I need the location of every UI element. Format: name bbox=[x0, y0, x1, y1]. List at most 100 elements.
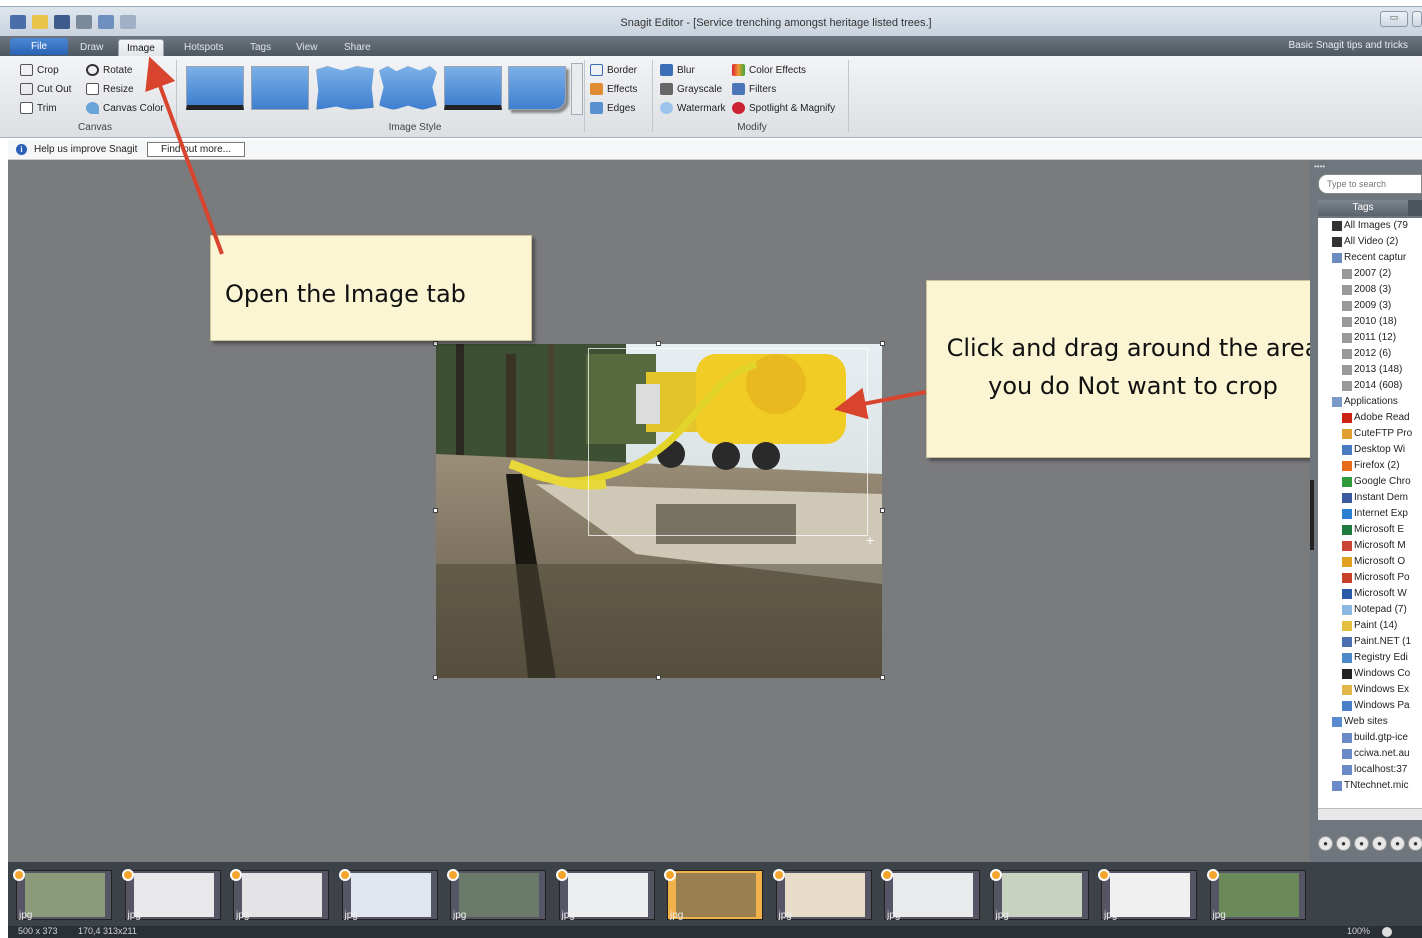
canvas-color-button[interactable]: Canvas Color bbox=[86, 102, 164, 114]
rotate-button[interactable]: Rotate bbox=[86, 64, 132, 76]
image-style-3[interactable] bbox=[316, 66, 374, 110]
tag-item[interactable]: Recent captur bbox=[1318, 250, 1422, 266]
tag-item[interactable]: Internet Exp bbox=[1318, 506, 1422, 522]
tray-thumbnail[interactable]: jpg bbox=[13, 869, 112, 921]
resize-handle[interactable] bbox=[880, 341, 885, 346]
tag-item[interactable]: Google Chro bbox=[1318, 474, 1422, 490]
find-out-more-button[interactable]: Find out more... bbox=[147, 142, 245, 157]
resize-handle[interactable] bbox=[656, 675, 661, 680]
grayscale-button[interactable]: Grayscale bbox=[660, 83, 722, 95]
tag-search-input[interactable]: Type to search bbox=[1318, 174, 1422, 194]
tag-item[interactable]: 2012 (6) bbox=[1318, 346, 1422, 362]
tag-item[interactable]: Microsoft O bbox=[1318, 554, 1422, 570]
resize-handle[interactable] bbox=[656, 341, 661, 346]
tray-thumbnail[interactable]: jpg bbox=[121, 869, 221, 921]
tags-header[interactable]: Tags bbox=[1318, 200, 1408, 216]
tray-thumbnail[interactable]: jpg bbox=[555, 869, 655, 921]
tag-item[interactable]: Notepad (7) bbox=[1318, 602, 1422, 618]
zoom-out-icon[interactable] bbox=[1382, 927, 1392, 937]
blur-button[interactable]: Blur bbox=[660, 64, 695, 76]
tray-thumbnail[interactable]: jpg bbox=[230, 869, 329, 921]
tag-item[interactable]: 2007 (2) bbox=[1318, 266, 1422, 282]
action-icon-1[interactable]: ● bbox=[1318, 836, 1333, 851]
tag-item[interactable]: Paint (14) bbox=[1318, 618, 1422, 634]
border-button[interactable]: Border bbox=[590, 64, 637, 76]
tray-thumbnail[interactable]: jpg bbox=[772, 869, 872, 921]
image-style-6[interactable] bbox=[508, 66, 566, 110]
action-icon-4[interactable]: ● bbox=[1372, 836, 1387, 851]
close-button[interactable] bbox=[1412, 11, 1422, 27]
help-tips-link[interactable]: Basic Snagit tips and tricks bbox=[1289, 40, 1409, 51]
tab-file[interactable]: File bbox=[10, 38, 68, 55]
spotlight-magnify-button[interactable]: Spotlight & Magnify bbox=[732, 102, 835, 114]
tag-item[interactable]: TNtechnet.mic bbox=[1318, 778, 1422, 794]
effects-button[interactable]: Effects bbox=[590, 83, 637, 95]
tag-item[interactable]: Windows Co bbox=[1318, 666, 1422, 682]
watermark-button[interactable]: Watermark bbox=[660, 102, 726, 114]
filters-button[interactable]: Filters bbox=[732, 83, 776, 95]
tag-item[interactable]: All Images (79 bbox=[1318, 218, 1422, 234]
tag-item[interactable]: Applications bbox=[1318, 394, 1422, 410]
action-icon-2[interactable]: ● bbox=[1336, 836, 1351, 851]
tag-item[interactable]: Firefox (2) bbox=[1318, 458, 1422, 474]
action-icon-5[interactable]: ● bbox=[1390, 836, 1405, 851]
image-style-5[interactable] bbox=[444, 66, 502, 110]
tag-item[interactable]: build.gtp-ice bbox=[1318, 730, 1422, 746]
tab-view[interactable]: View bbox=[288, 39, 326, 56]
resize-handle[interactable] bbox=[433, 341, 438, 346]
tray-thumbnail[interactable]: jpg bbox=[989, 869, 1089, 921]
tab-tags[interactable]: Tags bbox=[242, 39, 279, 56]
tag-item[interactable]: cciwa.net.au bbox=[1318, 746, 1422, 762]
tab-image[interactable]: Image bbox=[118, 39, 164, 56]
tag-item[interactable]: 2009 (3) bbox=[1318, 298, 1422, 314]
tab-draw[interactable]: Draw bbox=[72, 39, 111, 56]
tag-item[interactable]: Instant Dem bbox=[1318, 490, 1422, 506]
panel-splitter[interactable] bbox=[1310, 480, 1314, 550]
resize-button[interactable]: Resize bbox=[86, 83, 134, 95]
cut-out-button[interactable]: Cut Out bbox=[20, 83, 71, 95]
crop-button[interactable]: Crop bbox=[20, 64, 59, 76]
image-style-2[interactable] bbox=[251, 66, 309, 110]
tag-item[interactable]: Registry Edi bbox=[1318, 650, 1422, 666]
tab-share[interactable]: Share bbox=[336, 39, 379, 56]
resize-handle[interactable] bbox=[880, 508, 885, 513]
tag-item[interactable]: Windows Pa bbox=[1318, 698, 1422, 714]
image-style-4[interactable] bbox=[379, 66, 437, 110]
tag-item[interactable]: Paint.NET (1 bbox=[1318, 634, 1422, 650]
tag-item[interactable]: Web sites bbox=[1318, 714, 1422, 730]
tab-hotspots[interactable]: Hotspots bbox=[176, 39, 231, 56]
tag-item[interactable]: 2008 (3) bbox=[1318, 282, 1422, 298]
tag-item[interactable]: Windows Ex bbox=[1318, 682, 1422, 698]
tag-item[interactable]: Microsoft E bbox=[1318, 522, 1422, 538]
tag-item[interactable]: Desktop Wi bbox=[1318, 442, 1422, 458]
tray-thumbnail[interactable]: jpg bbox=[881, 869, 980, 921]
color-effects-button[interactable]: Color Effects bbox=[732, 64, 806, 76]
tag-item[interactable]: Adobe Read bbox=[1318, 410, 1422, 426]
edges-button[interactable]: Edges bbox=[590, 102, 635, 114]
restore-button[interactable]: ▭ bbox=[1380, 11, 1408, 27]
tag-item[interactable]: 2014 (608) bbox=[1318, 378, 1422, 394]
tag-item[interactable]: 2011 (12) bbox=[1318, 330, 1422, 346]
tag-item[interactable]: 2010 (18) bbox=[1318, 314, 1422, 330]
tag-item[interactable]: Microsoft M bbox=[1318, 538, 1422, 554]
resize-handle[interactable] bbox=[880, 675, 885, 680]
action-icon-6[interactable]: ● bbox=[1408, 836, 1422, 851]
resize-handle[interactable] bbox=[433, 508, 438, 513]
editor-canvas[interactable]: + bbox=[8, 160, 1310, 862]
tag-item[interactable]: localhost:37 bbox=[1318, 762, 1422, 778]
tag-item[interactable]: Microsoft W bbox=[1318, 586, 1422, 602]
tray-thumbnail[interactable]: jpg bbox=[338, 869, 438, 921]
tray-thumbnail[interactable]: jpg bbox=[1098, 869, 1197, 921]
tag-item[interactable]: All Video (2) bbox=[1318, 234, 1422, 250]
tag-list-hscroll[interactable] bbox=[1318, 808, 1422, 820]
tags-header-extra[interactable] bbox=[1408, 200, 1422, 216]
tray-thumbnail[interactable]: jpg bbox=[664, 869, 763, 921]
tag-item[interactable]: CuteFTP Pro bbox=[1318, 426, 1422, 442]
image-style-scroll[interactable] bbox=[571, 63, 583, 115]
tray-thumbnail[interactable]: jpg bbox=[447, 869, 546, 921]
trim-button[interactable]: Trim bbox=[20, 102, 57, 114]
tag-item[interactable]: Microsoft Po bbox=[1318, 570, 1422, 586]
image-style-1[interactable] bbox=[186, 66, 244, 110]
action-icon-3[interactable]: ● bbox=[1354, 836, 1369, 851]
selection-rectangle[interactable] bbox=[588, 348, 868, 536]
